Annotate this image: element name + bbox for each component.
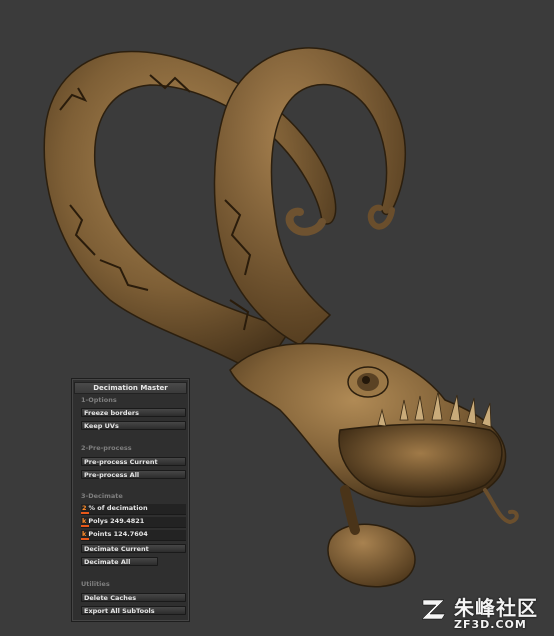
points-fill: [81, 538, 89, 540]
decimate-all-button[interactable]: Decimate All: [81, 557, 158, 566]
watermark-chinese-text: 朱峰社区: [454, 596, 538, 620]
zf3d-logo-icon: [421, 599, 446, 620]
export-all-subtools-button[interactable]: Export All SubTools: [81, 606, 186, 615]
points-unit: k: [82, 530, 87, 538]
creature-right-limb: [213, 47, 406, 346]
points-label: Points 124.7604: [88, 530, 148, 538]
polys-fill: [81, 525, 89, 527]
preprocess-current-button[interactable]: Pre-process Current: [81, 457, 186, 466]
decimation-percent-value: 2: [82, 504, 87, 512]
watermark-url-text: ZF3D.COM: [454, 618, 527, 631]
delete-caches-button[interactable]: Delete Caches: [81, 593, 186, 602]
panel-title[interactable]: Decimation Master: [74, 382, 187, 394]
freeze-borders-button[interactable]: Freeze borders: [81, 408, 186, 417]
watermark: 朱峰社区 ZF3D.COM: [420, 592, 554, 636]
points-slider[interactable]: k Points 124.7604: [81, 530, 186, 541]
decimate-current-button[interactable]: Decimate Current: [81, 544, 186, 553]
preprocess-all-button[interactable]: Pre-process All: [81, 470, 186, 479]
options-section-header: 1-Options: [81, 396, 117, 404]
polys-label: Polys 249.4821: [88, 517, 145, 525]
polys-unit: k: [82, 517, 87, 525]
keep-uvs-button[interactable]: Keep UVs: [81, 421, 186, 430]
decimate-section-header: 3-Decimate: [81, 492, 123, 500]
utilities-section-header: Utilities: [81, 580, 110, 588]
decimation-percent-fill: [81, 512, 89, 514]
decimation-master-panel: Decimation Master 1-Options Freeze borde…: [71, 378, 190, 622]
decimation-percent-label: % of decimation: [88, 504, 148, 512]
polys-slider[interactable]: k Polys 249.4821: [81, 517, 186, 528]
decimation-percent-slider[interactable]: 2% of decimation: [81, 504, 186, 515]
preprocess-section-header: 2-Pre-process: [81, 444, 132, 452]
